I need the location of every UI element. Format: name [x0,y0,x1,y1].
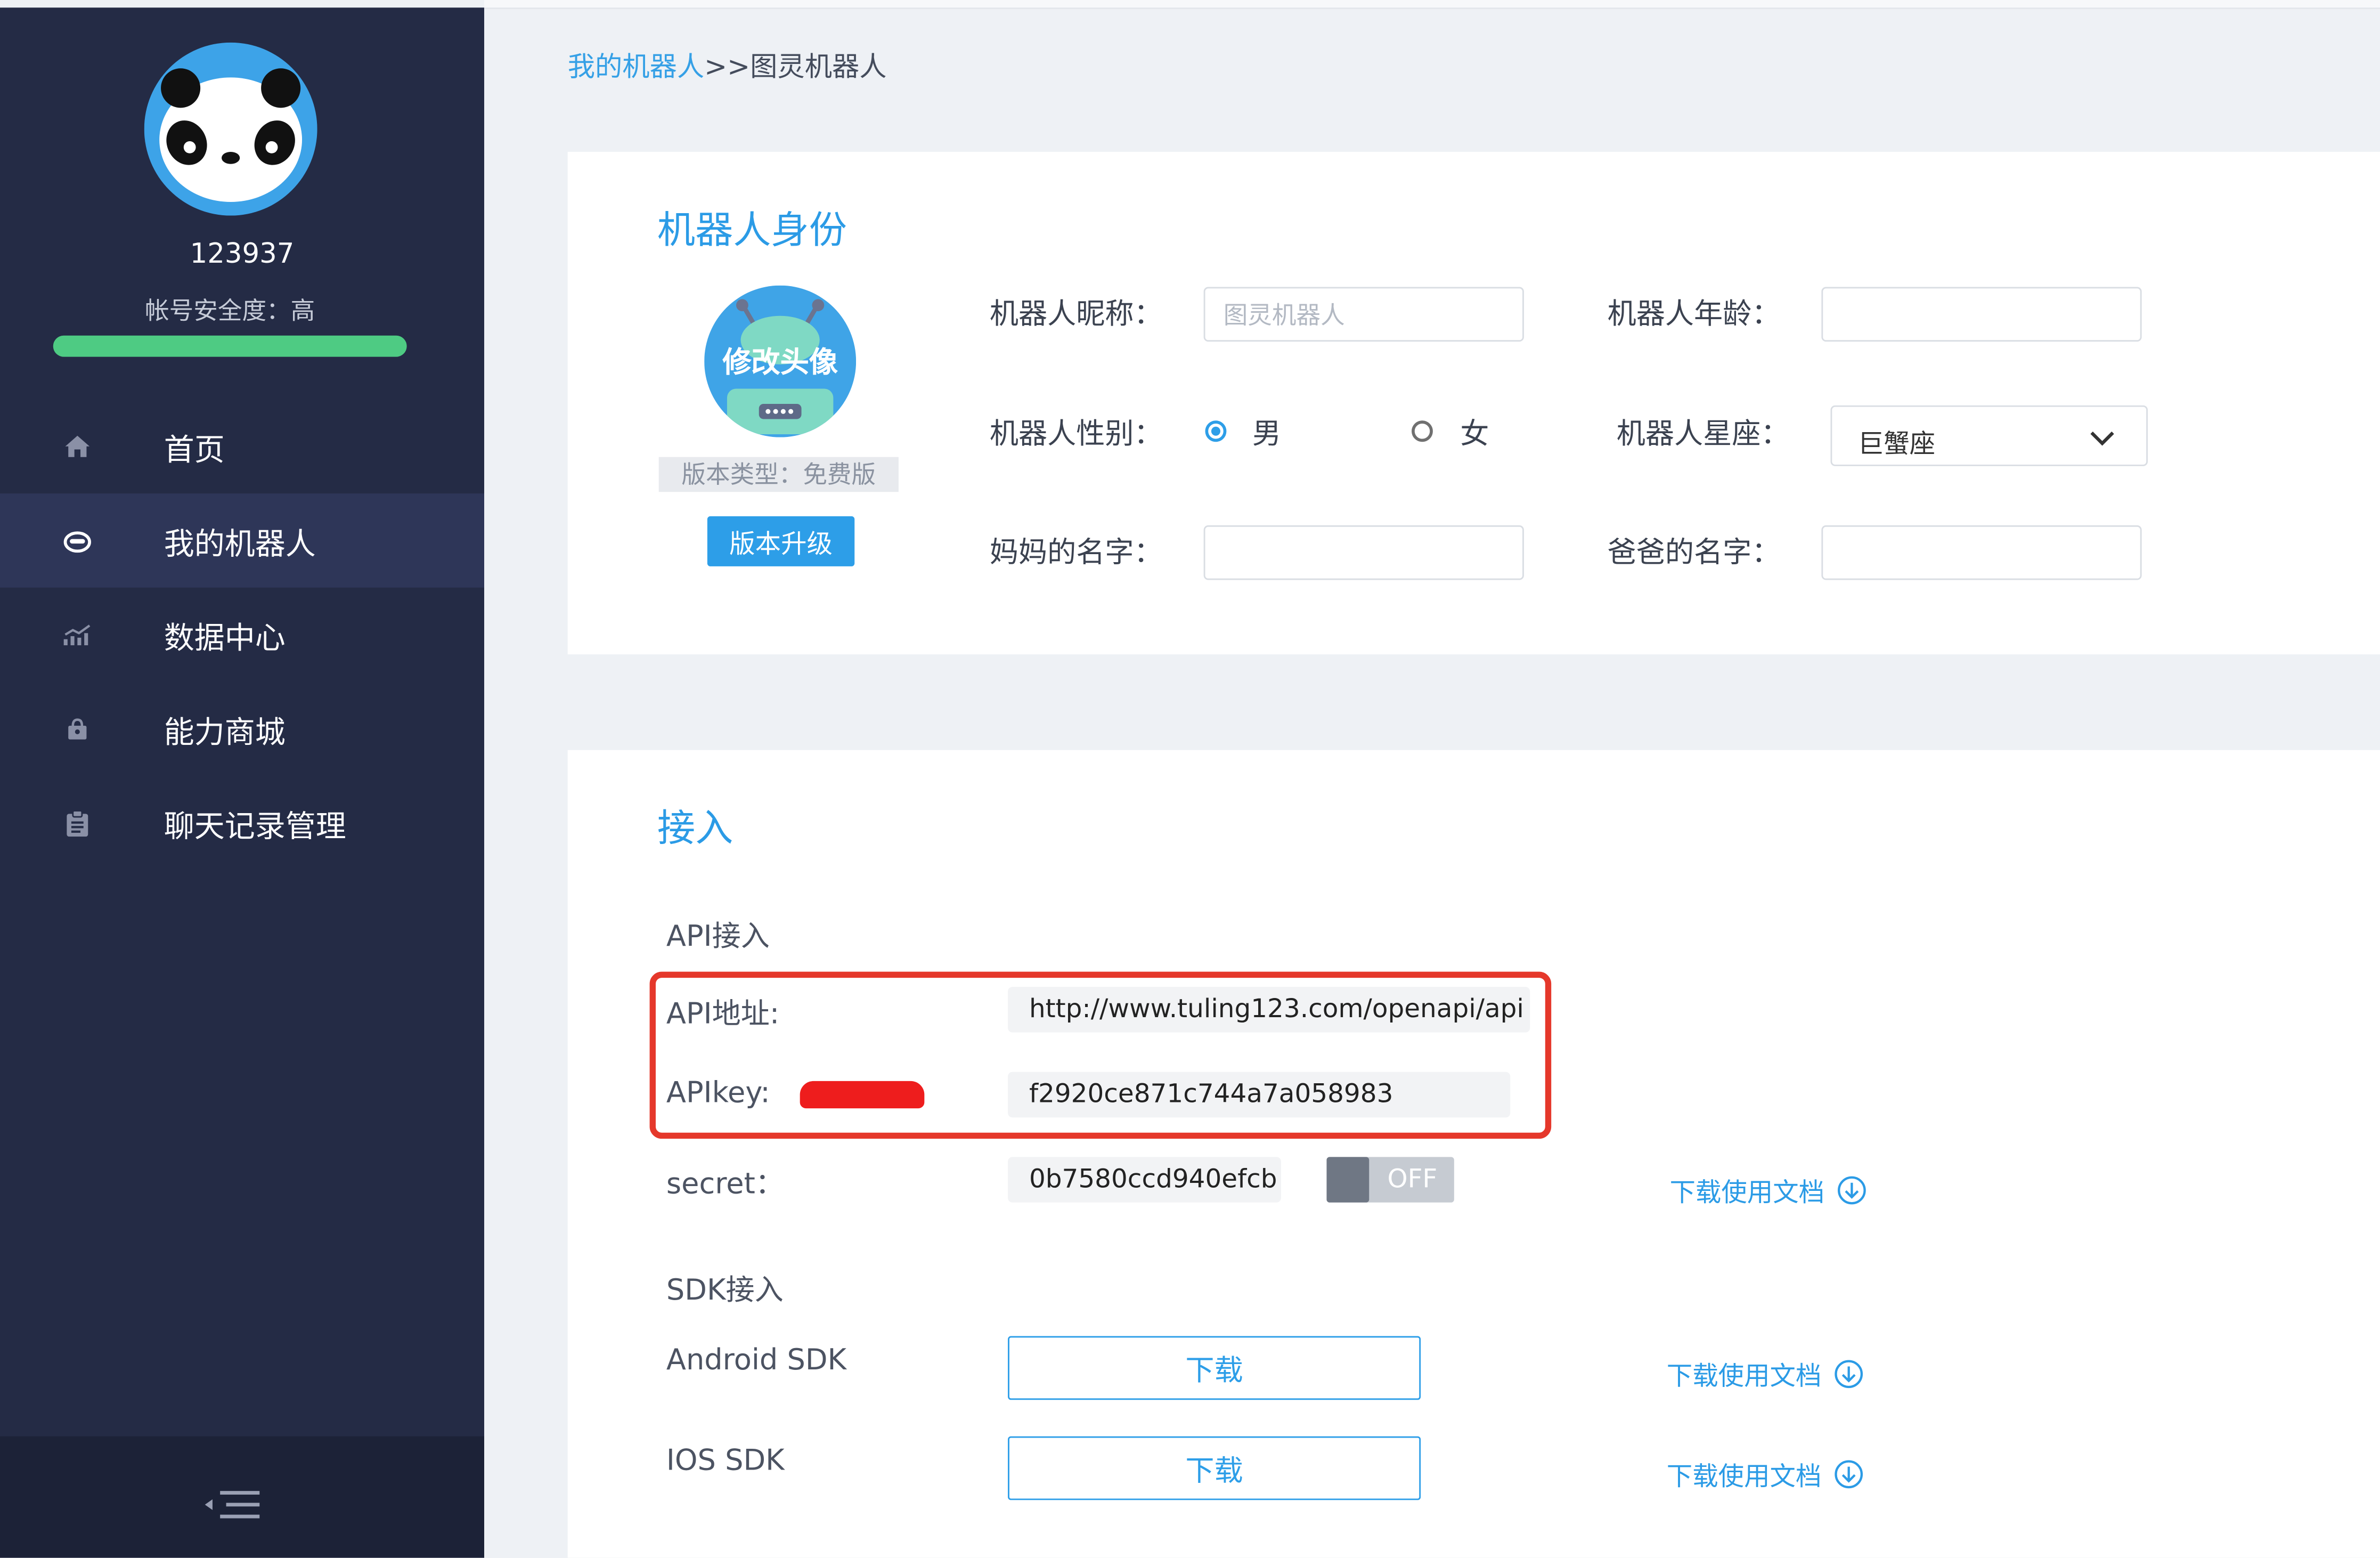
sidebar: 123937 帐号安全度：高 首页 我的机器人 数据中心 能力商城 聊天记录管理 [0,7,484,1558]
zodiac-select-value: 巨蟹座 [1857,429,1936,460]
gender-male-label: 男 [1252,417,1282,451]
sidebar-item-my-robot[interactable]: 我的机器人 [0,493,484,588]
security-progress-bar [53,335,407,357]
breadcrumb-current: 图灵机器人 [750,51,887,84]
father-name-input[interactable] [1821,525,2142,580]
gender-female-label: 女 [1460,417,1489,451]
download-circle-icon [1835,1459,1863,1488]
api-access-heading: API接入 [666,920,770,954]
sidebar-item-label: 首页 [164,430,225,467]
robot-icon [61,524,94,557]
section-title-access: 接入 [657,806,733,850]
sidebar-footer [0,1436,484,1558]
father-name-label: 爸爸的名字： [1607,535,1781,570]
mother-name-input[interactable] [1203,525,1524,580]
sidebar-item-label: 能力商城 [164,712,286,750]
chevron-down-icon [2090,431,2114,446]
sidebar-item-home[interactable]: 首页 [0,399,484,493]
secret-value[interactable]: 0b7580ccd940efcb [1008,1157,1281,1203]
store-icon [61,712,94,745]
sidebar-item-label: 数据中心 [164,619,286,655]
download-doc-link-api[interactable]: 下载使用文档 [1669,1171,1866,1208]
download-doc-label: 下载使用文档 [1669,1178,1825,1209]
breadcrumb-separator: >> [704,51,751,84]
gender-male-radio[interactable] [1205,420,1227,442]
highlight-box [649,971,1552,1139]
age-input[interactable] [1821,287,2142,342]
toggle-state-label: OFF [1387,1164,1438,1195]
sidebar-item-data-center[interactable]: 数据中心 [0,588,484,682]
sidebar-item-label: 聊天记录管理 [164,807,346,843]
clipboard-icon [61,806,94,840]
age-label: 机器人年龄： [1607,297,1781,331]
download-doc-label: 下载使用文档 [1666,1462,1822,1493]
panda-avatar[interactable] [144,42,317,216]
sdk-access-heading: SDK接入 [666,1273,784,1308]
edit-avatar-label[interactable]: 修改头像 [704,340,856,381]
version-type-label: 版本类型：免费版 [658,457,899,492]
zodiac-select[interactable]: 巨蟹座 [1830,405,2148,466]
redaction-mark [800,1081,925,1109]
sidebar-item-label: 我的机器人 [164,524,316,561]
gender-label: 机器人性别： [989,417,1163,451]
nickname-label: 机器人昵称： [989,297,1163,331]
zodiac-label: 机器人星座： [1616,417,1790,451]
chart-icon [61,618,94,652]
account-security-text: 帐号安全度：高 [145,296,315,325]
sidebar-nav: 首页 我的机器人 数据中心 能力商城 聊天记录管理 [0,399,484,870]
secret-toggle[interactable]: OFF [1326,1157,1454,1203]
breadcrumb: 我的机器人>>图灵机器人 [568,45,887,85]
download-doc-label: 下载使用文档 [1666,1362,1822,1392]
mother-name-label: 妈妈的名字： [989,535,1163,570]
nickname-input[interactable] [1203,287,1524,342]
ios-sdk-download-button[interactable]: 下载 [1008,1436,1421,1500]
sidebar-item-chat-records[interactable]: 聊天记录管理 [0,776,484,870]
username: 123937 [190,238,295,271]
android-sdk-download-button[interactable]: 下载 [1008,1336,1421,1400]
download-circle-icon [1838,1175,1866,1204]
top-strip [484,0,2380,10]
menu-collapse-icon[interactable] [202,1487,263,1523]
download-doc-link-android[interactable]: 下载使用文档 [1667,1354,1864,1392]
ios-sdk-label: IOS SDK [666,1443,785,1478]
sidebar-item-ability-store[interactable]: 能力商城 [0,681,484,776]
access-card: 接入 API接入 API地址: http://www.tuling123.com… [567,750,2380,1558]
android-sdk-label: Android SDK [666,1343,847,1377]
section-title-identity: 机器人身份 [657,208,847,253]
download-doc-link-ios[interactable]: 下载使用文档 [1667,1455,1864,1492]
download-circle-icon [1835,1359,1863,1387]
gender-female-radio[interactable] [1412,420,1433,442]
robot-identity-card: 机器人身份 修改头像 版本类型：免费版 版本升级 机器人昵称： 机器人年龄： 机… [567,151,2380,655]
secret-label: secret： [666,1167,784,1201]
toggle-knob [1326,1157,1370,1203]
upgrade-version-button[interactable]: 版本升级 [707,516,855,566]
breadcrumb-link-my-robot[interactable]: 我的机器人 [568,52,704,84]
home-icon [61,429,94,463]
